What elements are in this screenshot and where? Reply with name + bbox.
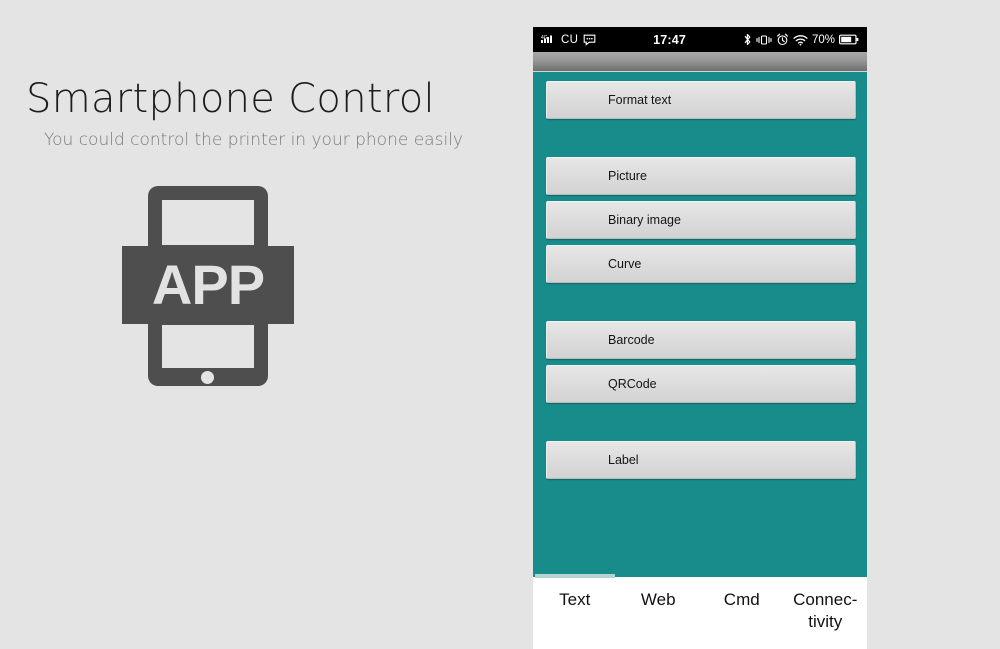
action-bar-strip — [533, 52, 867, 72]
tab-web-label: Web — [640, 590, 676, 609]
tab-text-label: Text — [559, 590, 591, 609]
tab-cmd-label: Cmd — [723, 590, 760, 609]
tab-connectivity-label: Connec-tivity — [793, 590, 858, 631]
bluetooth-icon — [743, 33, 752, 46]
alarm-clock-icon — [776, 33, 789, 46]
button-qrcode[interactable]: QRCode — [546, 365, 856, 403]
button-barcode[interactable]: Barcode — [546, 321, 856, 359]
signal-4g-icon: 4G — [541, 34, 556, 46]
battery-icon — [839, 34, 859, 45]
button-curve[interactable]: Curve — [546, 245, 856, 283]
phone-mockup: 4G CU 17:47 70% Format text Picture Bina… — [533, 27, 867, 649]
phone-content: Format text Picture Binary image Curve B… — [533, 72, 867, 577]
status-bar-clock: 17:47 — [653, 32, 687, 47]
button-label[interactable]: Label — [546, 441, 856, 479]
page-subtitle: You could control the printer in your ph… — [44, 130, 463, 150]
button-picture[interactable]: Picture — [546, 157, 856, 195]
status-bar-right: 70% — [743, 33, 859, 46]
status-bar-left: 4G CU — [541, 34, 596, 46]
battery-percent-label: 70% — [811, 33, 835, 46]
bottom-tab-bar: Text Web Cmd Connec-tivity — [533, 574, 868, 649]
tab-cmd[interactable]: Cmd — [700, 577, 784, 611]
device-home-button — [201, 371, 214, 384]
page-title: Smartphone Control — [26, 76, 435, 122]
tab-connectivity[interactable]: Connec-tivity — [784, 577, 868, 633]
app-label: APP — [151, 253, 265, 316]
device-screen-bottom — [162, 325, 254, 368]
status-bar: 4G CU 17:47 70% — [533, 27, 867, 52]
tab-text[interactable]: Text — [533, 574, 617, 611]
device-screen-top — [162, 200, 254, 245]
message-bubble-icon — [583, 34, 596, 46]
wifi-icon — [793, 34, 808, 46]
app-device-icon: APP — [122, 186, 294, 386]
tab-web[interactable]: Web — [617, 577, 701, 611]
carrier-label: CU — [561, 33, 579, 46]
button-format-text[interactable]: Format text — [546, 81, 856, 119]
promo-panel: Smartphone Control You could control the… — [0, 0, 520, 649]
vibrate-icon — [756, 34, 772, 46]
button-binary-image[interactable]: Binary image — [546, 201, 856, 239]
